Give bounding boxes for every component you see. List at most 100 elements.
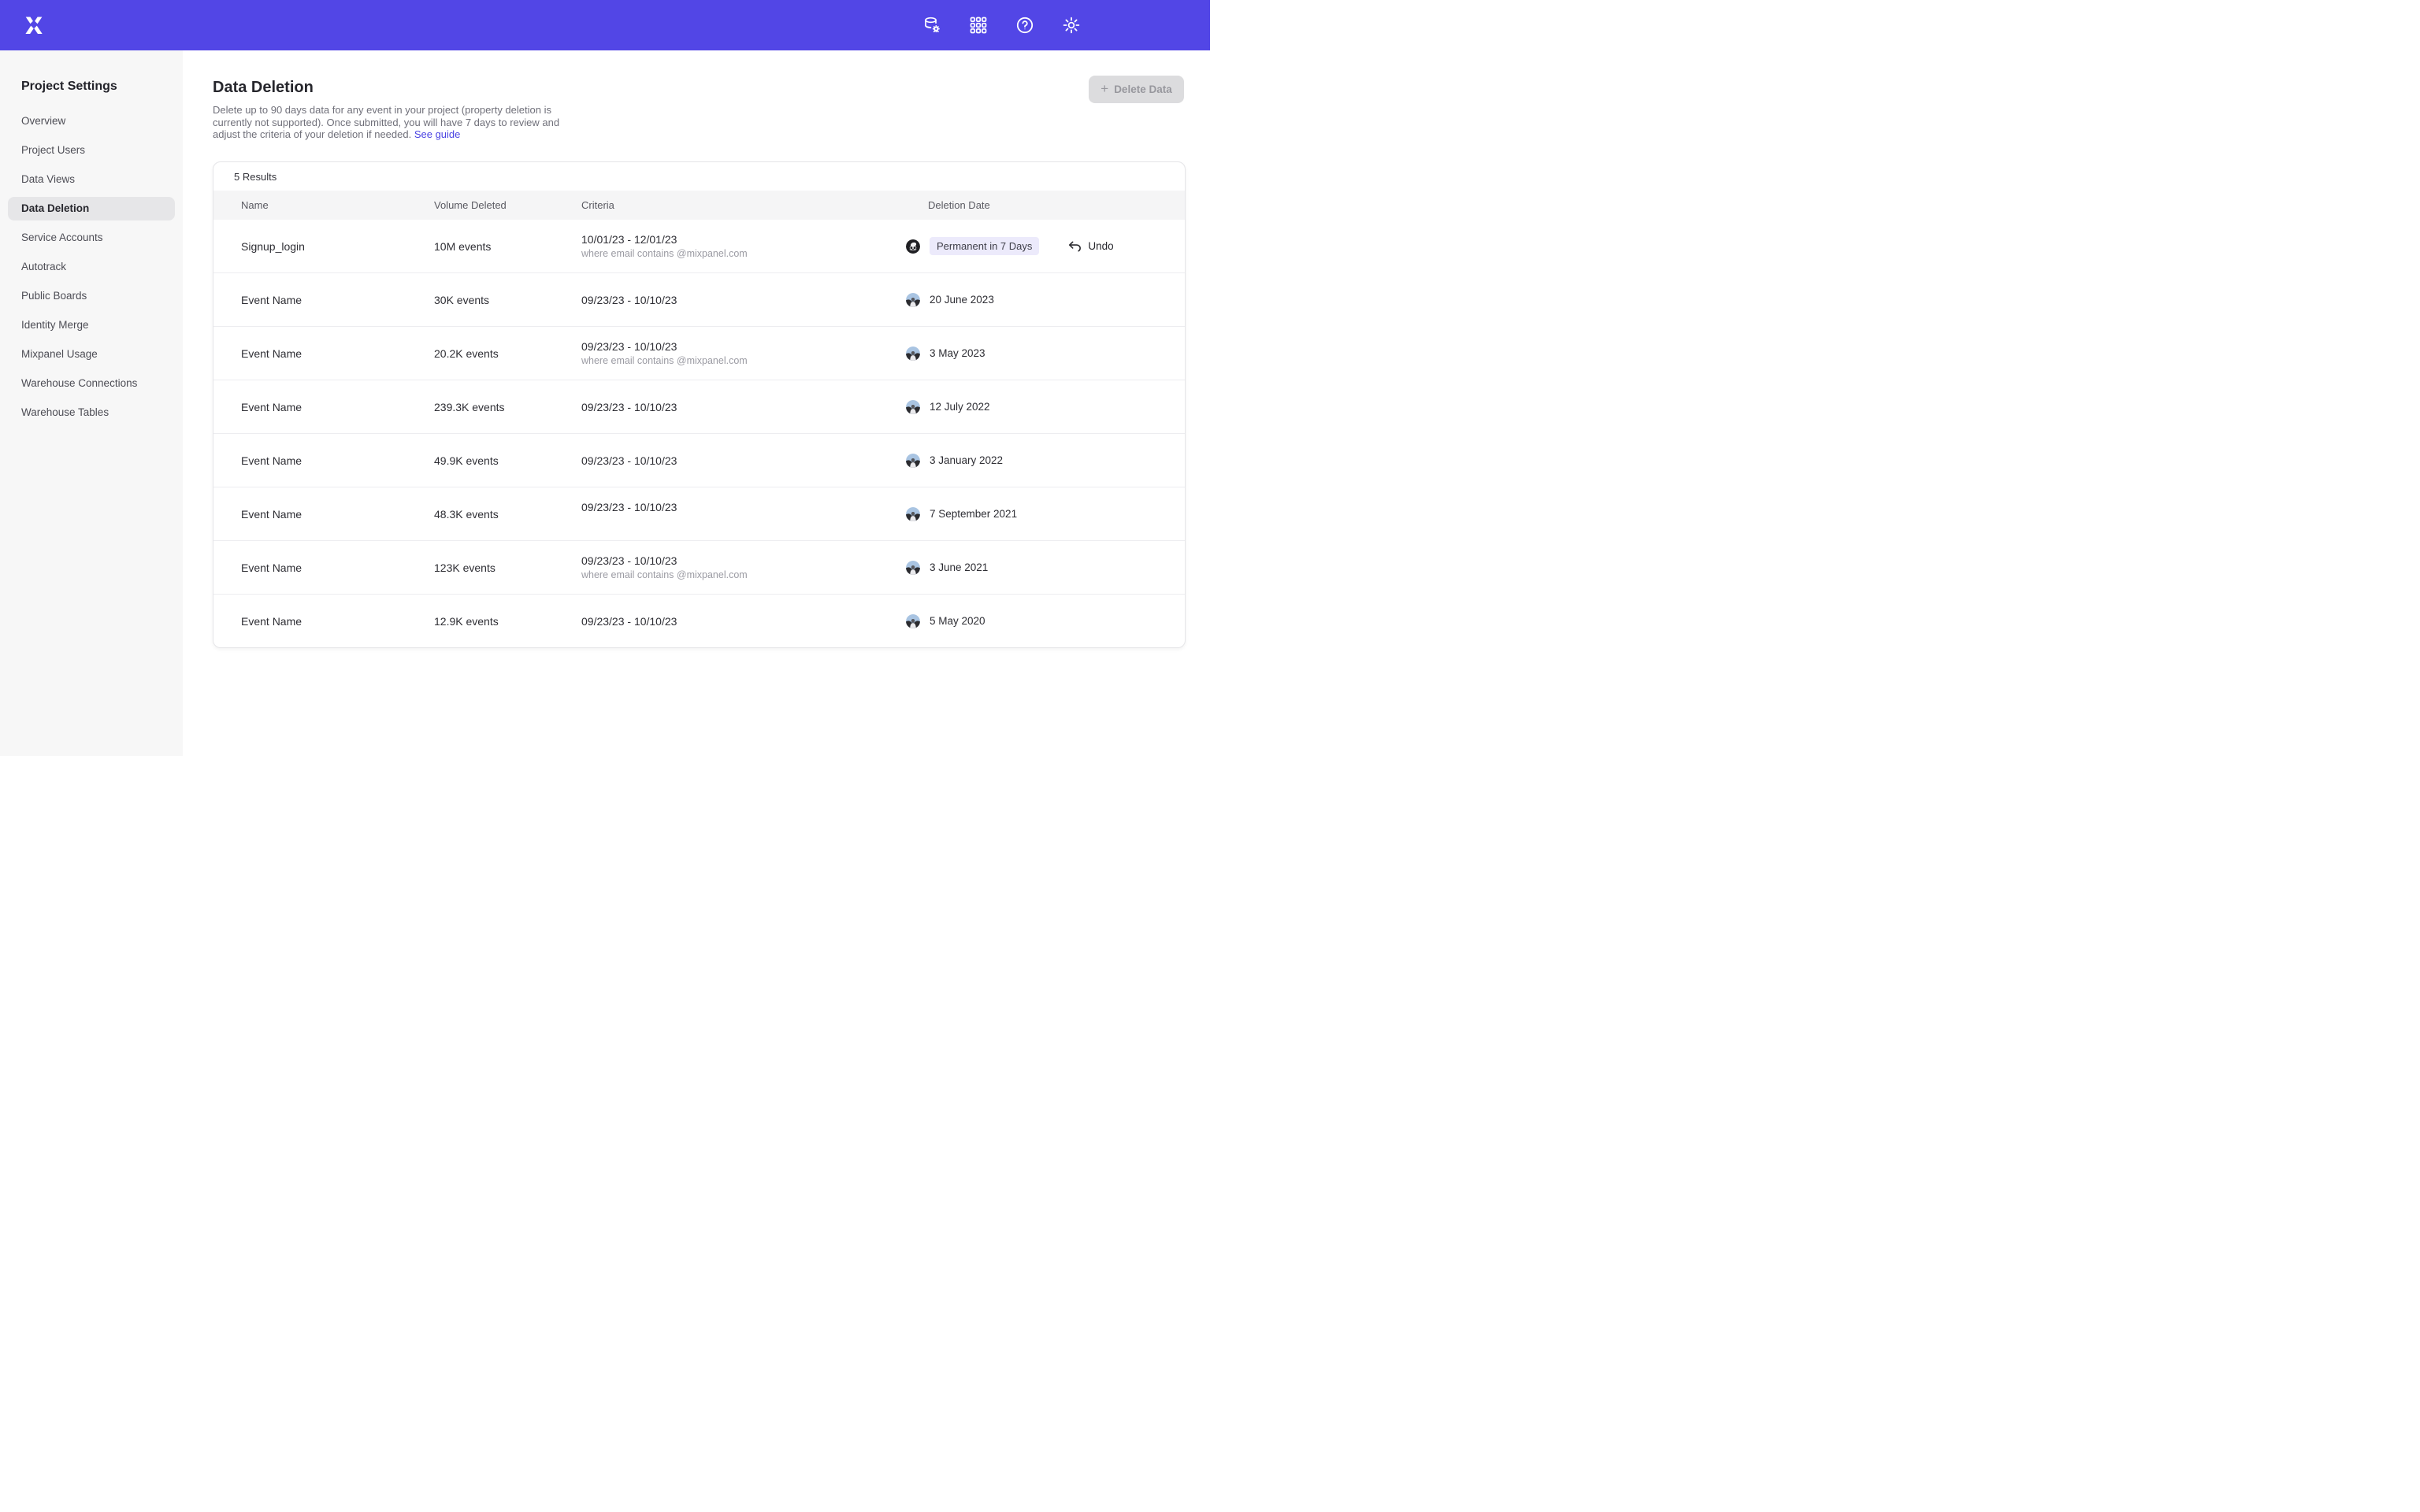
sidebar-nav: Overview Project Users Data Views Data Dele… [0, 109, 183, 424]
event-name: Event Name [241, 508, 434, 521]
main-content: Data Deletion Delete up to 90 days data … [183, 50, 1210, 756]
table-row: Event Name 30K events 09/23/23 - 10/10/2… [213, 272, 1185, 326]
deletion-date: 3 January 2022 [930, 454, 1003, 466]
sidebar-item-service-accounts[interactable]: Service Accounts [8, 226, 175, 250]
criteria-cell: 09/23/23 - 10/10/23 [581, 294, 906, 306]
volume-deleted: 123K events [434, 561, 581, 574]
event-name: Event Name [241, 454, 434, 467]
criteria-date-range: 09/23/23 - 10/10/23 [581, 294, 906, 306]
table-row: Event Name 239.3K events 09/23/23 - 10/1… [213, 380, 1185, 433]
criteria-cell: 09/23/23 - 10/10/23 [581, 401, 906, 413]
deletion-date: 20 June 2023 [930, 294, 994, 306]
sidebar-item-autotrack[interactable]: Autotrack [8, 255, 175, 279]
criteria-date-range: 09/23/23 - 10/10/23 [581, 401, 906, 413]
page-title: Data Deletion [213, 77, 1210, 98]
event-name: Event Name [241, 615, 434, 628]
criteria-date-range: 09/23/23 - 10/10/23 [581, 501, 906, 513]
deletion-date: 3 June 2021 [930, 561, 988, 573]
column-header-deletion-date: Deletion Date [906, 199, 1185, 211]
user-avatar-photo [906, 507, 920, 521]
mixpanel-logo-icon[interactable]: X [20, 13, 47, 37]
criteria-cell: 09/23/23 - 10/10/23 [581, 615, 906, 628]
deletion-date-cell: 20 June 2023 [906, 293, 1185, 307]
user-avatar-photo [906, 400, 920, 414]
criteria-filter [581, 516, 906, 528]
user-avatar-photo [906, 454, 920, 468]
event-name: Signup_login [241, 240, 434, 253]
sidebar-item-warehouse-connections[interactable]: Warehouse Connections [8, 372, 175, 395]
volume-deleted: 239.3K events [434, 401, 581, 413]
deletion-date-cell: 3 May 2023 [906, 346, 1185, 361]
table-row: Event Name 123K events 09/23/23 - 10/10/… [213, 540, 1185, 594]
undo-icon [1067, 240, 1082, 253]
criteria-cell: 09/23/23 - 10/10/23 where email contains… [581, 340, 906, 367]
deletion-date-cell: 7 September 2021 [906, 507, 1185, 521]
criteria-filter: where email contains @mixpanel.com [581, 569, 906, 581]
volume-deleted: 12.9K events [434, 615, 581, 628]
see-guide-link[interactable]: See guide [414, 128, 461, 140]
volume-deleted: 49.9K events [434, 454, 581, 467]
event-name: Event Name [241, 347, 434, 360]
criteria-cell: 09/23/23 - 10/10/23 [581, 501, 906, 528]
deletions-table-card: 5 Results Name Volume Deleted Criteria D… [213, 161, 1186, 648]
deletion-date: 7 September 2021 [930, 508, 1017, 520]
user-avatar-photo [906, 614, 920, 628]
undo-button[interactable]: Undo [1063, 239, 1118, 254]
deletion-date: 12 July 2022 [930, 401, 990, 413]
table-body: Signup_login 10M events 10/01/23 - 12/01… [213, 220, 1185, 647]
sidebar-item-overview[interactable]: Overview [8, 109, 175, 133]
table-header-row: Name Volume Deleted Criteria Deletion Da… [213, 191, 1185, 220]
sidebar-item-public-boards[interactable]: Public Boards [8, 284, 175, 308]
plus-icon: + [1101, 82, 1108, 95]
volume-deleted: 10M events [434, 240, 581, 253]
apps-grid-icon[interactable] [969, 16, 988, 35]
criteria-date-range: 10/01/23 - 12/01/23 [581, 233, 906, 246]
deletion-date-cell: 3 June 2021 [906, 561, 1185, 575]
sidebar-item-identity-merge[interactable]: Identity Merge [8, 313, 175, 337]
sidebar-title: Project Settings [21, 79, 183, 94]
table-row: Event Name 12.9K events 09/23/23 - 10/10… [213, 594, 1185, 647]
criteria-filter: where email contains @mixpanel.com [581, 355, 906, 367]
event-name: Event Name [241, 561, 434, 574]
table-row: Event Name 20.2K events 09/23/23 - 10/10… [213, 326, 1185, 380]
volume-deleted: 48.3K events [434, 508, 581, 521]
event-name: Event Name [241, 294, 434, 306]
settings-gear-icon[interactable] [1062, 16, 1081, 35]
deletion-date-cell: Permanent in 7 Days Undo [906, 237, 1185, 255]
criteria-cell: 09/23/23 - 10/10/23 where email contains… [581, 554, 906, 581]
sidebar-item-project-users[interactable]: Project Users [8, 139, 175, 162]
data-settings-icon[interactable] [922, 16, 941, 35]
table-row: Event Name 49.9K events 09/23/23 - 10/10… [213, 433, 1185, 487]
criteria-date-range: 09/23/23 - 10/10/23 [581, 615, 906, 628]
volume-deleted: 20.2K events [434, 347, 581, 360]
top-navbar: X [0, 0, 1210, 50]
column-header-name: Name [241, 199, 434, 211]
settings-sidebar: Project Settings Overview Project Users Da… [0, 50, 183, 756]
deletion-date-cell: 12 July 2022 [906, 400, 1185, 414]
description-text: Delete up to 90 days data for any event … [213, 104, 559, 140]
deletion-date-cell: 3 January 2022 [906, 454, 1185, 468]
delete-data-button[interactable]: + Delete Data [1089, 76, 1184, 103]
volume-deleted: 30K events [434, 294, 581, 306]
criteria-date-range: 09/23/23 - 10/10/23 [581, 454, 906, 467]
permanence-badge: Permanent in 7 Days [930, 237, 1039, 255]
undo-label: Undo [1088, 240, 1113, 252]
criteria-date-range: 09/23/23 - 10/10/23 [581, 340, 906, 353]
topbar-icon-group [922, 16, 1081, 35]
help-icon[interactable] [1015, 16, 1034, 35]
deletion-date: 5 May 2020 [930, 615, 985, 627]
user-avatar-photo [906, 561, 920, 575]
user-avatar-photo [906, 293, 920, 307]
page-description: Delete up to 90 days data for any event … [213, 104, 569, 141]
results-count: 5 Results [213, 162, 1185, 191]
event-name: Event Name [241, 401, 434, 413]
sidebar-item-data-views[interactable]: Data Views [8, 168, 175, 191]
sidebar-item-mixpanel-usage[interactable]: Mixpanel Usage [8, 343, 175, 366]
deletion-date: 3 May 2023 [930, 347, 985, 359]
column-header-volume: Volume Deleted [434, 199, 581, 211]
delete-data-label: Delete Data [1114, 83, 1172, 95]
sidebar-item-warehouse-tables[interactable]: Warehouse Tables [8, 401, 175, 424]
sidebar-item-data-deletion[interactable]: Data Deletion [8, 197, 175, 220]
criteria-filter: where email contains @mixpanel.com [581, 248, 906, 260]
user-avatar-illustration [906, 239, 920, 254]
